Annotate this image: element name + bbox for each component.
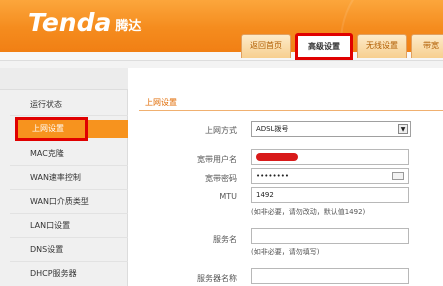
password-input[interactable]: •••••••• xyxy=(251,168,409,184)
sidebar-item-lan-settings[interactable]: LAN口设置 xyxy=(30,217,70,235)
tab-advanced-settings[interactable]: 高级设置 xyxy=(295,33,353,60)
password-value: •••••••• xyxy=(256,172,290,180)
sidebar-item-wan-media-type[interactable]: WAN口介质类型 xyxy=(30,193,89,211)
sidebar-header xyxy=(0,68,128,90)
service-name-hint: (如非必要，请勿填写) xyxy=(251,248,320,256)
content-top-strip xyxy=(0,60,443,68)
redaction-mark xyxy=(256,153,298,161)
sidebar-item-dns-settings[interactable]: DNS设置 xyxy=(30,241,63,259)
sidebar-divider xyxy=(10,115,128,116)
sidebar-divider xyxy=(10,237,128,238)
sidebar-divider xyxy=(10,261,128,262)
sidebar-divider xyxy=(10,189,128,190)
sidebar-item-dhcp-server[interactable]: DHCP服务器 xyxy=(30,265,77,283)
logo-text-cn: 腾达 xyxy=(115,19,142,34)
tab-home[interactable]: 返回首页 xyxy=(241,34,291,58)
tab-wireless-settings[interactable]: 无线设置 xyxy=(357,34,407,58)
username-label: 宽带用户名 xyxy=(197,155,237,164)
mtu-hint: (如非必要，请勿改动，默认值1492) xyxy=(251,208,366,216)
mtu-input[interactable]: 1492 xyxy=(251,187,409,203)
tenda-logo: Tenda 腾达 xyxy=(28,8,141,37)
sidebar-item-wan-rate[interactable]: WAN速率控制 xyxy=(30,169,81,187)
sidebar-divider xyxy=(10,213,128,214)
server-name-input[interactable] xyxy=(251,268,409,284)
keyboard-icon[interactable] xyxy=(392,172,404,180)
connection-mode-select[interactable]: ADSL拨号 ▼ xyxy=(251,121,411,137)
sidebar-item-status[interactable]: 运行状态 xyxy=(30,96,62,114)
main-panel: 上网设置 上网方式 ADSL拨号 ▼ 宽带用户名 宽带密码 •••••••• M… xyxy=(129,68,443,286)
sidebar: 运行状态 上网设置 MAC克隆 WAN速率控制 WAN口介质类型 LAN口设置 … xyxy=(0,68,128,286)
chevron-down-icon[interactable]: ▼ xyxy=(398,124,408,134)
sidebar-item-internet-settings[interactable]: 上网设置 xyxy=(18,120,128,138)
service-name-input[interactable] xyxy=(251,228,409,244)
service-name-label: 服务名 xyxy=(213,235,237,244)
server-name-label: 服务器名称 xyxy=(197,274,237,283)
mode-label: 上网方式 xyxy=(205,126,237,135)
logo-text-en: Tenda xyxy=(28,8,112,37)
username-input[interactable] xyxy=(251,149,409,165)
section-divider xyxy=(139,110,443,111)
sidebar-divider xyxy=(10,165,128,166)
password-label: 宽带密码 xyxy=(205,174,237,183)
section-title: 上网设置 xyxy=(145,98,177,107)
mtu-label: MTU xyxy=(219,192,237,201)
tab-bandwidth[interactable]: 带宽 xyxy=(411,34,443,58)
sidebar-item-mac-clone[interactable]: MAC克隆 xyxy=(30,145,64,163)
connection-mode-value: ADSL拨号 xyxy=(256,125,289,133)
mtu-value: 1492 xyxy=(256,191,274,199)
